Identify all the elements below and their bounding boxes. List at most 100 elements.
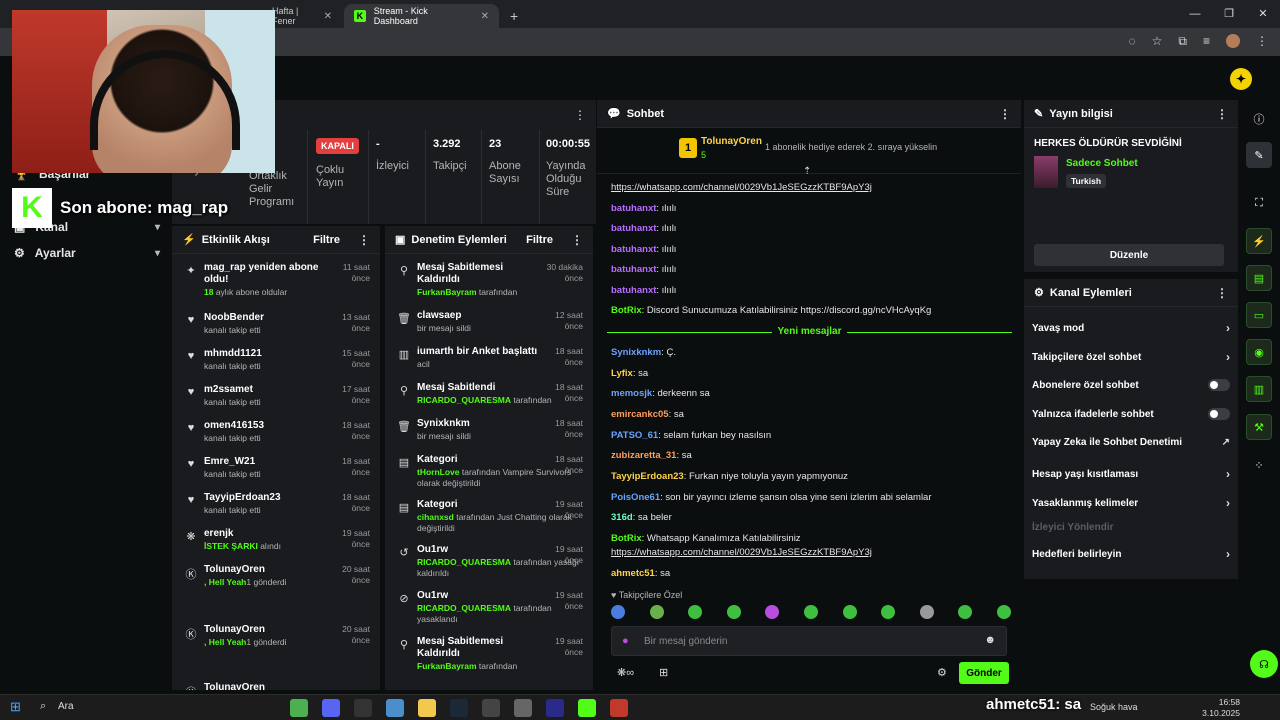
list-item[interactable]: ⚲ Mesaj Sabitlemesi Kaldırıldı FurkanBayra…: [385, 636, 593, 672]
list-item[interactable]: ❋ erenjk İSTEK ŞARKI alındı 19 saat önce: [172, 528, 380, 552]
toggle-switch[interactable]: [1208, 379, 1230, 391]
emote-icon[interactable]: [958, 605, 973, 619]
chat-username[interactable]: TayyipErdoan23: [611, 471, 684, 482]
list-item[interactable]: ↺ Ou1rw RICARDO_QUARESMA tarafından yasağı…: [385, 544, 593, 579]
list-item[interactable]: ♥ TayyipErdoan23 kanalı takip etti 18 saat …: [172, 492, 380, 516]
kebab-menu-icon[interactable]: ⋮: [1216, 286, 1228, 300]
chat-username[interactable]: batuhanxt: [611, 244, 656, 255]
bolt-icon[interactable]: ⚡: [1246, 228, 1272, 254]
list-item[interactable]: ♥ omen416153 kanalı takip etti 18 saat önce: [172, 420, 380, 444]
extensions-icon[interactable]: ⧉: [1178, 34, 1187, 49]
broadcast-icon[interactable]: ◉: [1246, 339, 1272, 365]
kebab-menu-icon[interactable]: ⋮: [1216, 107, 1228, 121]
emote-icon[interactable]: [611, 605, 625, 619]
list-item[interactable]: ⚲ Mesaj Sabitlemesi Kaldırıldı FurkanBayra…: [385, 262, 593, 298]
close-icon[interactable]: ✕: [481, 11, 489, 22]
list-item[interactable]: 🗑 Synixknkm bir mesajı sildi 18 saat önce: [385, 418, 593, 442]
chat-username[interactable]: memosjk: [611, 388, 652, 399]
kebab-menu-icon[interactable]: ⋮: [358, 233, 370, 247]
emoji-icon[interactable]: ☻: [984, 634, 996, 646]
emote-icon[interactable]: [881, 605, 896, 619]
close-window-button[interactable]: ✕: [1246, 0, 1280, 28]
emote-icon[interactable]: [842, 605, 857, 619]
clock[interactable]: 16:58 3.10.2025: [1200, 697, 1240, 719]
premiere-icon[interactable]: [546, 699, 564, 717]
epic-games-icon[interactable]: [354, 699, 372, 717]
category-name[interactable]: Sadece Sohbet: [1066, 158, 1138, 169]
list-item[interactable]: 🗑 clawsaep bir mesajı sildi 12 saat önce: [385, 310, 593, 334]
star-icon[interactable]: ☆: [1152, 34, 1163, 49]
add-widget-icon[interactable]: ⁘: [1246, 452, 1272, 478]
list-item[interactable]: ⚲ Mesaj Sabitlendi RICARDO_QUARESMA tarafı…: [385, 382, 593, 406]
chat-username[interactable]: batuhanxt: [611, 203, 656, 214]
list-item[interactable]: Ⓚ TolunayOren, Hell Yeah1 gönderdi 20 saat…: [172, 624, 380, 648]
minimize-button[interactable]: —: [1178, 0, 1212, 28]
profile-avatar[interactable]: [1226, 34, 1240, 48]
channel-action-item[interactable]: Hesap yaşı kısıtlaması ›: [1032, 467, 1230, 481]
emote-icon[interactable]: [688, 605, 703, 619]
wrench-icon[interactable]: ⚒: [1246, 414, 1272, 440]
chat-username[interactable]: batuhanxt: [611, 285, 656, 296]
emote-icon[interactable]: [726, 605, 741, 619]
channel-action-item[interactable]: Yavaş mod ›: [1032, 321, 1230, 335]
chat-username[interactable]: Synixknkm: [611, 347, 661, 358]
channel-action-item[interactable]: Takipçilere özel sohbet ›: [1032, 350, 1230, 364]
sidebar-item-settings[interactable]: ⚙ Ayarlar ▾: [14, 246, 160, 260]
list-item[interactable]: ♥ Emre_W21 kanalı takip etti 18 saat önce: [172, 456, 380, 480]
filter-button[interactable]: Filtre: [526, 234, 553, 246]
emote-icon[interactable]: [649, 605, 664, 619]
chat-username[interactable]: BotRix: [611, 305, 642, 316]
emote-icon[interactable]: [919, 605, 934, 619]
close-icon[interactable]: ✕: [324, 11, 332, 22]
edit-button[interactable]: Düzenle: [1034, 244, 1224, 266]
chat-input[interactable]: ● Bir mesaj gönderin ☻: [611, 626, 1007, 656]
chat-username[interactable]: 316d: [611, 512, 633, 523]
send-button[interactable]: Gönder: [959, 662, 1009, 684]
list-item[interactable]: ♥ m2ssamet kanalı takip etti 17 saat önce: [172, 384, 380, 408]
app-icon[interactable]: [386, 699, 404, 717]
windows-start-icon[interactable]: ⊞: [10, 699, 21, 715]
list-item[interactable]: ♥ mhmdd1121 kanalı takip etti 15 saat önce: [172, 348, 380, 372]
kebab-menu-icon[interactable]: ⋮: [1256, 34, 1268, 49]
new-tab-button[interactable]: +: [500, 4, 528, 28]
chat-username[interactable]: emircankc05: [611, 409, 669, 420]
info-icon[interactable]: ⓘ: [1246, 106, 1272, 132]
list-item[interactable]: ▥ iumarth bir Anket başlattı acil 18 saat ö…: [385, 346, 593, 370]
support-icon[interactable]: ☊: [1250, 650, 1278, 678]
chat-username[interactable]: batuhanxt: [611, 223, 656, 234]
kebab-menu-icon[interactable]: ⋮: [574, 108, 586, 122]
pencil-icon[interactable]: ✎: [1246, 142, 1272, 168]
microphone-icon[interactable]: ●: [622, 635, 629, 647]
emote-icon[interactable]: [996, 605, 1011, 619]
folder-icon[interactable]: [418, 699, 436, 717]
document-icon[interactable]: ▤: [1246, 265, 1272, 291]
chat-username[interactable]: PATSO_61: [611, 430, 658, 441]
maximize-button[interactable]: ❐: [1212, 0, 1246, 28]
kebab-menu-icon[interactable]: ⋮: [999, 107, 1011, 121]
channel-action-item[interactable]: Hedefleri belirleyin ›: [1032, 547, 1230, 561]
channel-action-item[interactable]: Yalnızca ifadelerle sohbet: [1032, 408, 1230, 420]
list-item[interactable]: Ⓚ TolunayOren: [172, 682, 380, 690]
obs-icon[interactable]: [482, 699, 500, 717]
channel-action-item[interactable]: Abonelere özel sohbet: [1032, 379, 1230, 391]
points-icon[interactable]: ❋∞: [617, 666, 634, 679]
list-item[interactable]: ⊘ Ou1rw RICARDO_QUARESMA tarafından yasakl…: [385, 590, 593, 625]
gift-icon[interactable]: ⊞: [659, 666, 668, 679]
channel-action-item[interactable]: Yapay Zeka ile Sohbet Denetimi ↗: [1032, 437, 1230, 448]
layout-icon[interactable]: ▥: [1246, 376, 1272, 402]
kebab-menu-icon[interactable]: ⋮: [571, 233, 583, 247]
search-icon[interactable]: ⌕: [40, 700, 46, 713]
chat-username[interactable]: batuhanxt: [611, 264, 656, 275]
chat-link[interactable]: https://whatsapp.com/channel/0029Vb1JeSE…: [611, 182, 872, 193]
list-item[interactable]: ▤ Kategori cihanxsd tarafından Just Chatti…: [385, 499, 593, 534]
taskbar-search-label[interactable]: Ara: [58, 701, 74, 712]
emote-icon[interactable]: [803, 605, 818, 619]
chat-username[interactable]: BotRix: [611, 533, 642, 544]
browser-tab-active[interactable]: K Stream - Kick Dashboard ✕: [344, 4, 499, 28]
chat-username[interactable]: zubizaretta_31: [611, 450, 676, 461]
user-avatar-icon[interactable]: ✦: [1230, 68, 1252, 90]
gear-icon[interactable]: ⚙: [937, 666, 947, 679]
list-item[interactable]: ✦ mag_rap yeniden abone oldu! 18 aylık abo…: [172, 262, 380, 298]
kick-icon[interactable]: [578, 699, 596, 717]
expand-icon[interactable]: ⛶: [1246, 190, 1272, 216]
